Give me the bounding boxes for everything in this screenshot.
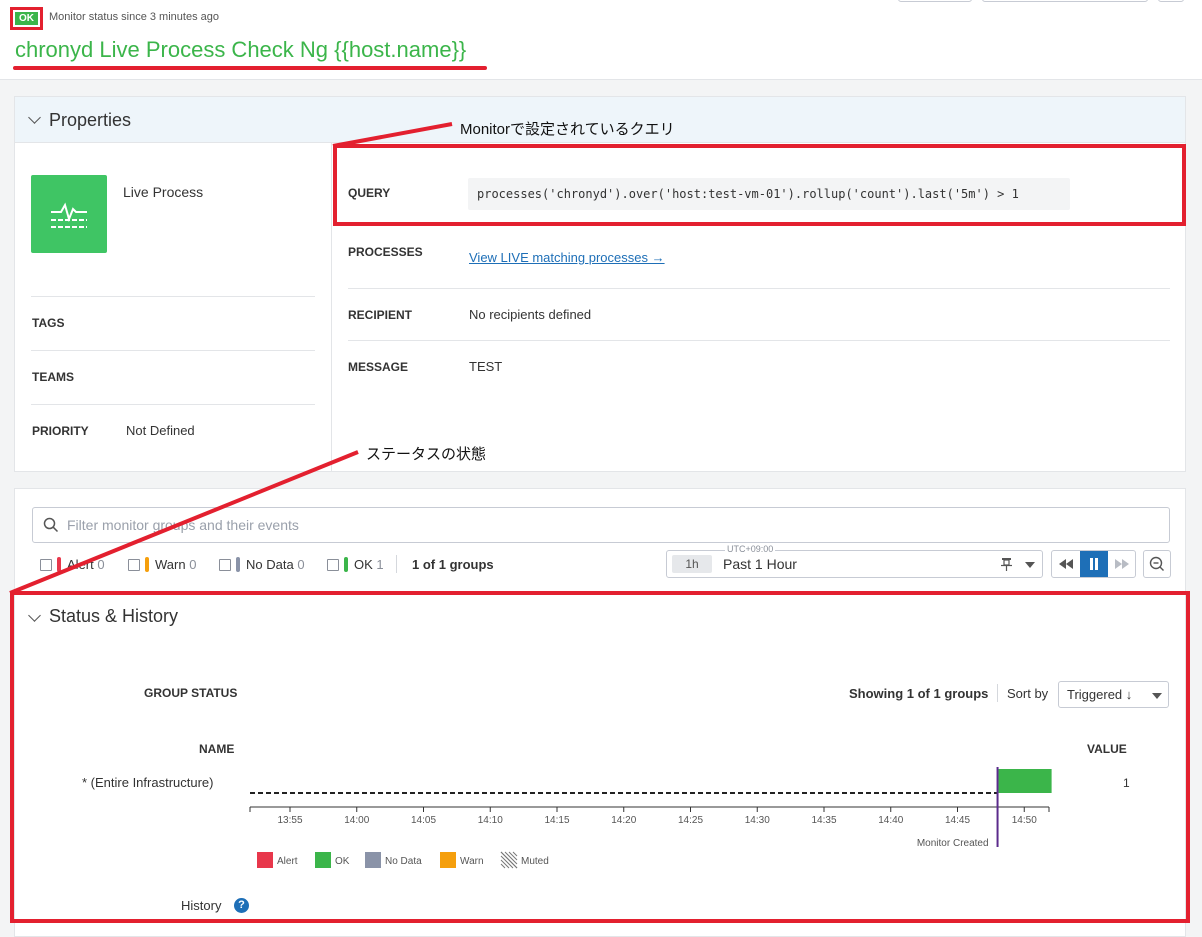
divider <box>31 350 315 351</box>
processes-label: PROCESSES <box>348 245 423 259</box>
divider <box>348 340 1170 341</box>
alert-checkbox[interactable] <box>40 559 52 571</box>
ok-color-bar <box>344 557 348 572</box>
time-range-badge: 1h <box>672 555 712 573</box>
teams-label: TEAMS <box>32 370 74 384</box>
priority-value: Not Defined <box>126 423 195 438</box>
ok-filter[interactable]: OK 1 <box>354 557 384 572</box>
status-since: Monitor status since 3 minutes ago <box>49 11 219 23</box>
page-title: chronyd Live Process Check Ng {{host.nam… <box>15 37 467 62</box>
live-process-icon <box>31 175 107 253</box>
alert-color-bar <box>57 557 61 572</box>
tags-label: TAGS <box>32 316 65 330</box>
ok-checkbox[interactable] <box>327 559 339 571</box>
divider <box>31 296 315 297</box>
message-label: MESSAGE <box>348 360 409 374</box>
warn-filter[interactable]: Warn 0 <box>155 557 196 572</box>
recipient-label: RECIPIENT <box>348 308 413 322</box>
warn-color-bar <box>145 557 149 572</box>
no-data-filter[interactable]: No Data 0 <box>246 557 305 572</box>
search-input[interactable] <box>67 508 1157 542</box>
groups-count: 1 of 1 groups <box>412 557 494 572</box>
annotation-query-note: Monitorで設定されているクエリ <box>460 121 675 138</box>
divider <box>396 555 397 573</box>
time-range-label: Past 1 Hour <box>723 556 797 572</box>
recipient-value: No recipients defined <box>469 307 592 322</box>
zoom-out-button[interactable] <box>1143 550 1171 578</box>
chevron-down-icon[interactable] <box>28 111 41 124</box>
rewind-button[interactable] <box>1052 551 1080 577</box>
zoom-out-icon <box>1149 556 1164 571</box>
alert-filter[interactable]: Alert 0 <box>67 557 105 572</box>
divider <box>31 404 315 405</box>
no-data-color-bar <box>236 557 240 572</box>
annotation-status-note: ステータスの状態 <box>366 446 487 463</box>
message-value: TEST <box>469 359 503 374</box>
pause-button[interactable] <box>1080 551 1108 577</box>
column-divider <box>331 143 332 471</box>
priority-label: PRIORITY <box>32 424 89 438</box>
status-badge: OK <box>10 7 43 30</box>
filter-box[interactable] <box>32 507 1170 543</box>
annotation-box <box>333 144 1186 226</box>
monitor-header: OK Monitor status since 3 minutes ago ch… <box>0 0 1202 80</box>
properties-title: Properties <box>49 110 132 130</box>
divider <box>348 288 1170 289</box>
no-data-checkbox[interactable] <box>219 559 231 571</box>
view-live-processes-link[interactable]: View LIVE matching processes → <box>469 250 665 265</box>
time-range-selector[interactable]: UTC+09:00 1h Past 1 Hour <box>666 544 1043 578</box>
search-icon <box>43 517 59 533</box>
fast-forward-button[interactable] <box>1108 551 1135 577</box>
timezone-label: UTC+09:00 <box>725 544 776 554</box>
header-button[interactable] <box>898 0 972 2</box>
fast-forward-icon <box>1115 559 1129 569</box>
annotation-box <box>10 591 1190 923</box>
pin-icon[interactable] <box>1001 557 1012 571</box>
status-badge-label: OK <box>15 12 38 25</box>
monitor-type-name: Live Process <box>123 184 204 200</box>
pause-icon <box>1090 558 1098 570</box>
header-button[interactable] <box>982 0 1148 2</box>
rewind-icon <box>1059 559 1073 569</box>
warn-checkbox[interactable] <box>128 559 140 571</box>
chevron-down-icon[interactable] <box>1025 562 1035 568</box>
playback-controls <box>1051 550 1136 578</box>
header-button[interactable] <box>1158 0 1184 2</box>
annotation-underline <box>13 66 487 70</box>
